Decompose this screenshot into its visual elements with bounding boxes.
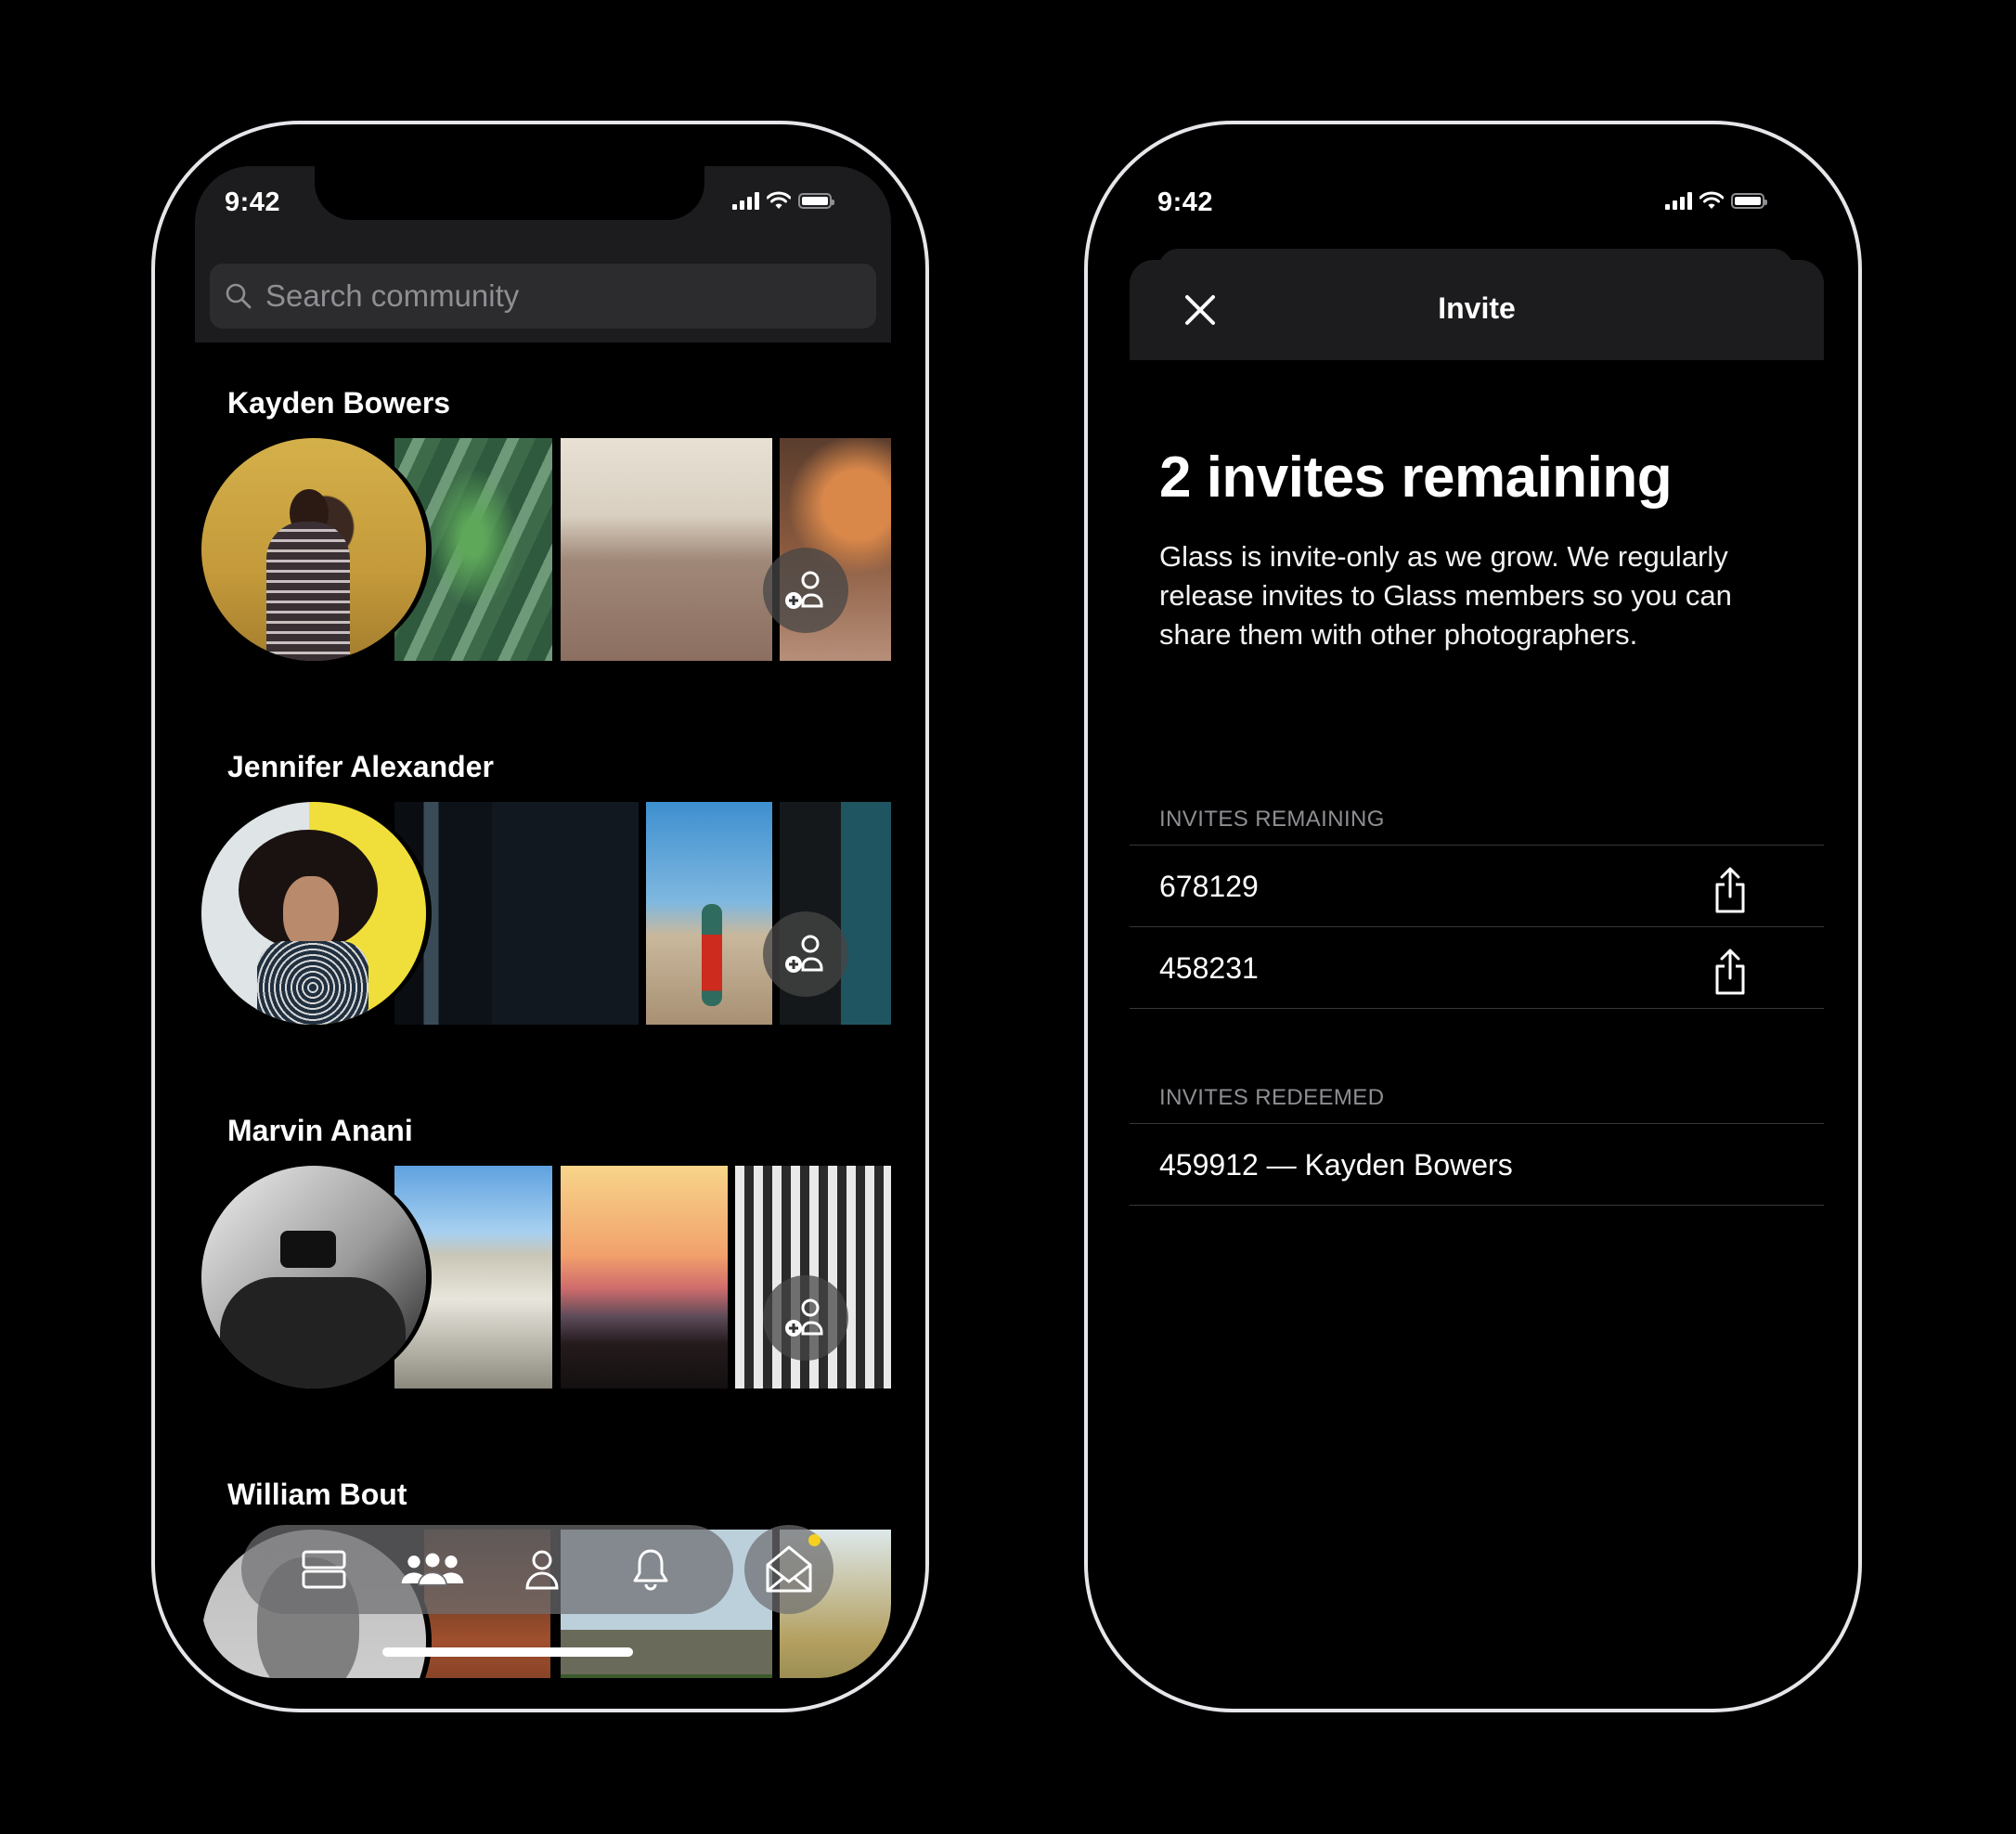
tab-feed[interactable] [291,1537,356,1602]
home-indicator[interactable] [382,1647,633,1657]
search-icon [226,283,252,309]
person-photo-row[interactable] [201,802,891,1025]
wifi-icon [767,191,791,209]
add-friend-icon [785,1298,823,1337]
battery-icon [1731,192,1767,209]
add-friend-icon [785,935,823,973]
avatar[interactable] [201,1166,426,1388]
search-bar[interactable] [210,264,876,329]
signal-icon [1665,191,1692,210]
status-time: 9:42 [1157,187,1214,217]
community-icon [401,1553,464,1586]
profile-icon [525,1550,559,1590]
add-friend-button[interactable] [763,911,848,997]
sheet-title: Invite [1438,291,1516,325]
photo-thumbnail[interactable] [561,438,772,661]
share-button[interactable] [1706,944,1754,1000]
search-input[interactable] [264,278,824,315]
photo-thumbnail[interactable] [394,802,639,1025]
person-photo-row[interactable] [201,1166,891,1388]
tab-notifications[interactable] [618,1537,683,1602]
redeemed-invite: 459912 — Kayden Bowers [1159,1148,1513,1182]
person-name[interactable]: Jennifer Alexander [227,750,494,784]
invites-description: Glass is invite-only as we grow. We regu… [1159,540,1732,651]
status-icons [1665,191,1767,210]
divider [1130,1205,1824,1206]
avatar[interactable] [201,802,426,1025]
photo-thumbnail[interactable] [561,1166,728,1388]
invite-sheet-header: Invite [1130,260,1824,360]
tab-bar [241,1525,733,1614]
tab-community[interactable] [400,1537,465,1602]
invite-phone: 9:42 Invite 2 invites remaining Glass is… [1084,121,1862,1712]
person-photo-row[interactable] [201,438,891,661]
device-notch [315,162,704,220]
person-name[interactable]: William Bout [227,1478,407,1512]
add-friend-button[interactable] [763,1275,848,1361]
section-label-remaining: INVITES REMAINING [1159,807,1385,832]
share-icon [1715,949,1745,995]
person-name[interactable]: Kayden Bowers [227,386,450,420]
status-icons [732,191,834,210]
share-button[interactable] [1706,862,1754,918]
wifi-icon [1699,191,1724,209]
status-time: 9:42 [225,187,281,217]
invites-headline: 2 invites remaining [1159,446,1673,510]
divider [1130,845,1824,846]
bell-icon [633,1549,668,1591]
divider [1130,1008,1824,1009]
tab-profile[interactable] [510,1537,575,1602]
add-friend-icon [785,571,823,609]
inbox-button[interactable] [744,1525,834,1614]
avatar[interactable] [201,438,426,661]
signal-icon [732,191,759,210]
feed-icon [302,1550,346,1589]
section-label-redeemed: INVITES REDEEMED [1159,1085,1385,1110]
share-icon [1715,867,1745,913]
envelope-open-icon [766,1545,812,1593]
person-name[interactable]: Marvin Anani [227,1114,413,1148]
invite-code: 678129 [1159,870,1259,903]
unread-badge [808,1534,821,1546]
battery-icon [798,192,834,209]
invite-code: 458231 [1159,951,1259,985]
photo-thumbnail[interactable] [646,802,772,1025]
community-phone: 9:42 Kayden Bowers Jennifer Alexander Ma… [151,121,929,1712]
add-friend-button[interactable] [763,548,848,633]
divider [1130,926,1824,927]
divider [1130,1123,1824,1124]
